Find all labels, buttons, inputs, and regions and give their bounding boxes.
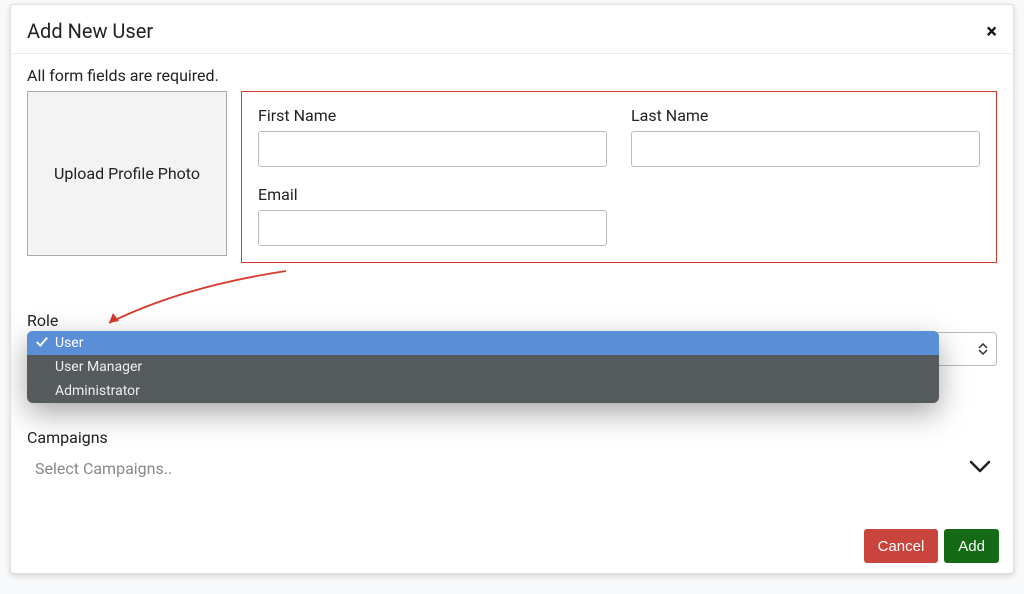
cancel-button[interactable]: Cancel (864, 529, 939, 563)
first-name-input[interactable] (258, 131, 607, 167)
select-stepper-icon (978, 343, 988, 355)
last-name-label: Last Name (631, 106, 980, 125)
modal-footer: Cancel Add (864, 529, 999, 563)
upload-profile-photo[interactable]: Upload Profile Photo (27, 91, 227, 256)
role-option-user-manager[interactable]: User Manager (27, 355, 939, 379)
first-name-label: First Name (258, 106, 607, 125)
role-option-label: Administrator (55, 383, 140, 399)
top-row: Upload Profile Photo First Name Last Nam… (27, 91, 997, 263)
role-option-user[interactable]: User (27, 331, 939, 355)
modal-title: Add New User (27, 19, 153, 43)
modal-header: Add New User × (11, 5, 1013, 54)
required-fields-text: All form fields are required. (27, 66, 997, 85)
annotated-fields-frame: First Name Last Name Email (241, 91, 997, 263)
campaigns-section: Campaigns Select Campaigns.. (27, 428, 997, 478)
campaigns-placeholder: Select Campaigns.. (35, 459, 172, 478)
chevron-down-icon[interactable] (969, 459, 991, 478)
last-name-input[interactable] (631, 131, 980, 167)
first-name-field-group: First Name (258, 106, 607, 167)
add-button[interactable]: Add (944, 529, 999, 563)
check-icon (35, 335, 49, 349)
last-name-field-group: Last Name (631, 106, 980, 167)
role-label: Role (27, 311, 997, 330)
role-option-administrator[interactable]: Administrator (27, 379, 939, 403)
role-section: Role User User User Manager (27, 311, 997, 366)
role-dropdown[interactable]: User User Manager Administrator (27, 331, 939, 403)
close-icon[interactable]: × (986, 21, 997, 41)
upload-profile-photo-label: Upload Profile Photo (54, 164, 200, 183)
add-user-modal: Add New User × All form fields are requi… (10, 4, 1014, 574)
campaigns-select[interactable]: Select Campaigns.. (27, 459, 997, 478)
campaigns-label: Campaigns (27, 428, 997, 447)
email-field-group: Email (258, 185, 607, 246)
modal-body: All form fields are required. Upload Pro… (11, 54, 1013, 478)
email-label: Email (258, 185, 607, 204)
role-option-label: User (55, 335, 83, 351)
role-option-label: User Manager (55, 359, 142, 375)
email-input[interactable] (258, 210, 607, 246)
